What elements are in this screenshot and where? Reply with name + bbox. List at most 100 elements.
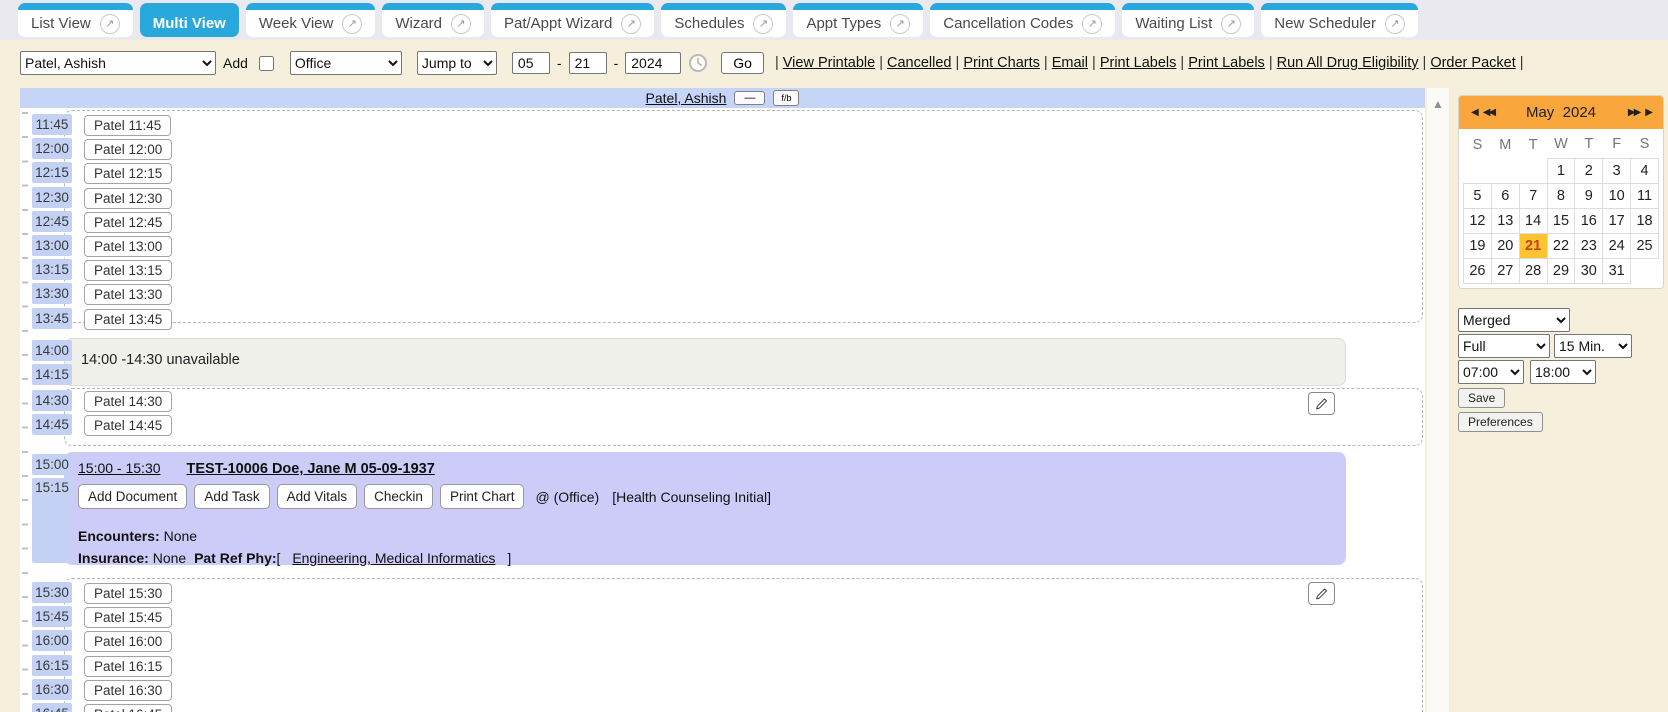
time-cell-15-00[interactable]: 15:00 (32, 454, 72, 475)
calendar-day-25[interactable]: 25 (1631, 233, 1659, 258)
prev-month-icon[interactable]: ◀ (1471, 107, 1477, 118)
calendar-day-10[interactable]: 10 (1603, 183, 1631, 208)
next-month-icon[interactable]: ▶ (1645, 107, 1651, 118)
time-cell-13-30[interactable]: 13:30 (32, 283, 72, 304)
time-cell-13-45[interactable]: 13:45 (32, 308, 72, 329)
zoom-level-select[interactable]: Full (1458, 334, 1550, 358)
tab-new-scheduler[interactable]: New Scheduler↗ (1261, 3, 1418, 37)
preferences-button[interactable]: Preferences (1458, 412, 1543, 432)
time-cell-12-45[interactable]: 12:45 (32, 211, 72, 232)
time-cell-12-30[interactable]: 12:30 (32, 187, 72, 208)
start-time-select[interactable]: 07:00 (1458, 360, 1524, 384)
facility-select[interactable]: Office (290, 51, 402, 75)
slot-button-patel-13-45[interactable]: Patel 13:45 (84, 309, 172, 330)
calendar-day-12[interactable]: 12 (1464, 208, 1492, 233)
toolbar-link-view-printable[interactable]: View Printable (783, 55, 875, 71)
slot-button-patel-14-30[interactable]: Patel 14:30 (84, 391, 172, 412)
calendar-day-27[interactable]: 27 (1491, 258, 1519, 283)
checkin-button[interactable]: Checkin (364, 484, 433, 509)
end-time-select[interactable]: 18:00 (1530, 360, 1596, 384)
edit-slot-button[interactable] (1308, 582, 1335, 605)
popout-icon[interactable]: ↗ (1385, 14, 1405, 34)
calendar-day-23[interactable]: 23 (1575, 233, 1603, 258)
slot-button-patel-15-30[interactable]: Patel 15:30 (84, 583, 172, 604)
toolbar-link-print-labels[interactable]: Print Labels (1188, 55, 1265, 71)
popout-icon[interactable]: ↗ (1082, 14, 1102, 34)
calendar-day-2[interactable]: 2 (1575, 158, 1603, 183)
slot-button-patel-11-45[interactable]: Patel 11:45 (84, 115, 171, 136)
calendar-day-26[interactable]: 26 (1464, 258, 1492, 283)
toolbar-link-print-charts[interactable]: Print Charts (963, 55, 1040, 71)
popout-icon[interactable]: ↗ (342, 14, 362, 34)
popout-icon[interactable]: ↗ (1221, 14, 1241, 34)
popout-icon[interactable]: ↗ (890, 14, 910, 34)
scroll-up-icon[interactable]: ▲ (1427, 88, 1449, 111)
calendar-day-11[interactable]: 11 (1631, 183, 1659, 208)
calendar-day-14[interactable]: 14 (1519, 208, 1547, 233)
tab-wizard[interactable]: Wizard↗ (382, 3, 484, 37)
slot-button-patel-12-15[interactable]: Patel 12:15 (84, 163, 172, 184)
date-month-input[interactable] (512, 52, 550, 74)
time-cell-14-15[interactable]: 14:15 (32, 364, 72, 385)
slot-button-patel-16-30[interactable]: Patel 16:30 (84, 680, 172, 701)
edit-slot-button[interactable] (1308, 392, 1335, 415)
time-cell-12-00[interactable]: 12:00 (32, 138, 72, 159)
time-cell-15-45[interactable]: 15:45 (32, 606, 72, 627)
calendar-day-15[interactable]: 15 (1547, 208, 1575, 233)
slot-button-patel-15-45[interactable]: Patel 15:45 (84, 607, 172, 628)
tab-list-view[interactable]: List View↗ (18, 3, 133, 37)
calendar-day-1[interactable]: 1 (1547, 158, 1575, 183)
appointment-patient-link[interactable]: TEST-10006 Doe, Jane M 05-09-1937 (187, 461, 435, 477)
calendar-day-6[interactable]: 6 (1491, 183, 1519, 208)
popout-icon[interactable]: ↗ (621, 14, 641, 34)
add-document-button[interactable]: Add Document (78, 484, 187, 509)
slot-button-patel-12-45[interactable]: Patel 12:45 (84, 212, 172, 233)
slot-button-patel-12-30[interactable]: Patel 12:30 (84, 188, 172, 209)
toolbar-link-run-all-drug-eligibility[interactable]: Run All Drug Eligibility (1277, 55, 1419, 71)
calendar-day-24[interactable]: 24 (1603, 233, 1631, 258)
time-cell-16-00[interactable]: 16:00 (32, 630, 72, 651)
tab-appt-types[interactable]: Appt Types↗ (793, 3, 923, 37)
time-cell-14-45[interactable]: 14:45 (32, 414, 72, 435)
popout-icon[interactable]: ↗ (451, 14, 471, 34)
tab-cancellation-codes[interactable]: Cancellation Codes↗ (930, 3, 1115, 37)
calendar-day-4[interactable]: 4 (1631, 158, 1659, 183)
appointment-time-link[interactable]: 15:00 - 15:30 (78, 460, 161, 476)
tab-week-view[interactable]: Week View↗ (246, 3, 375, 37)
provider-select[interactable]: Patel, Ashish (20, 51, 216, 75)
calendar-day-17[interactable]: 17 (1603, 208, 1631, 233)
time-cell-16-45[interactable]: 16:45 (32, 703, 72, 712)
calendar-day-19[interactable]: 19 (1464, 233, 1492, 258)
calendar-day-22[interactable]: 22 (1547, 233, 1575, 258)
interval-select[interactable]: 15 Min. (1554, 334, 1632, 358)
date-day-input[interactable] (569, 52, 607, 74)
calendar-day-16[interactable]: 16 (1575, 208, 1603, 233)
popout-icon[interactable]: ↗ (753, 14, 773, 34)
add-vitals-button[interactable]: Add Vitals (277, 484, 358, 509)
slot-button-patel-16-45[interactable]: Patel 16:45 (84, 704, 172, 712)
slot-button-patel-12-00[interactable]: Patel 12:00 (84, 139, 172, 160)
calendar-day-3[interactable]: 3 (1603, 158, 1631, 183)
calendar-day-31[interactable]: 31 (1603, 258, 1631, 283)
calendar-day-9[interactable]: 9 (1575, 183, 1603, 208)
provider-header-link[interactable]: Patel, Ashish (646, 90, 727, 106)
slot-button-patel-13-00[interactable]: Patel 13:00 (84, 236, 172, 257)
time-cell-12-15[interactable]: 12:15 (32, 162, 72, 183)
toolbar-link-cancelled[interactable]: Cancelled (887, 55, 952, 71)
time-cell-16-15[interactable]: 16:15 (32, 655, 72, 676)
date-year-input[interactable] (625, 52, 681, 74)
calendar-day-7[interactable]: 7 (1519, 183, 1547, 208)
calendar-day-5[interactable]: 5 (1464, 183, 1492, 208)
prev-year-icon[interactable]: ◀◀ (1483, 107, 1494, 118)
time-cell-15-15[interactable]: 15:15 (32, 478, 72, 563)
time-cell-11-45[interactable]: 11:45 (32, 114, 72, 135)
calendar-day-28[interactable]: 28 (1519, 258, 1547, 283)
time-cell-13-15[interactable]: 13:15 (32, 259, 72, 280)
view-mode-select[interactable]: Merged (1458, 308, 1570, 332)
tab-multi-view[interactable]: Multi View (140, 3, 239, 37)
slot-button-patel-16-15[interactable]: Patel 16:15 (84, 656, 172, 677)
calendar-day-30[interactable]: 30 (1575, 258, 1603, 283)
next-year-icon[interactable]: ▶▶ (1628, 107, 1639, 118)
toolbar-link-email[interactable]: Email (1052, 55, 1088, 71)
slot-button-patel-13-30[interactable]: Patel 13:30 (84, 284, 172, 305)
